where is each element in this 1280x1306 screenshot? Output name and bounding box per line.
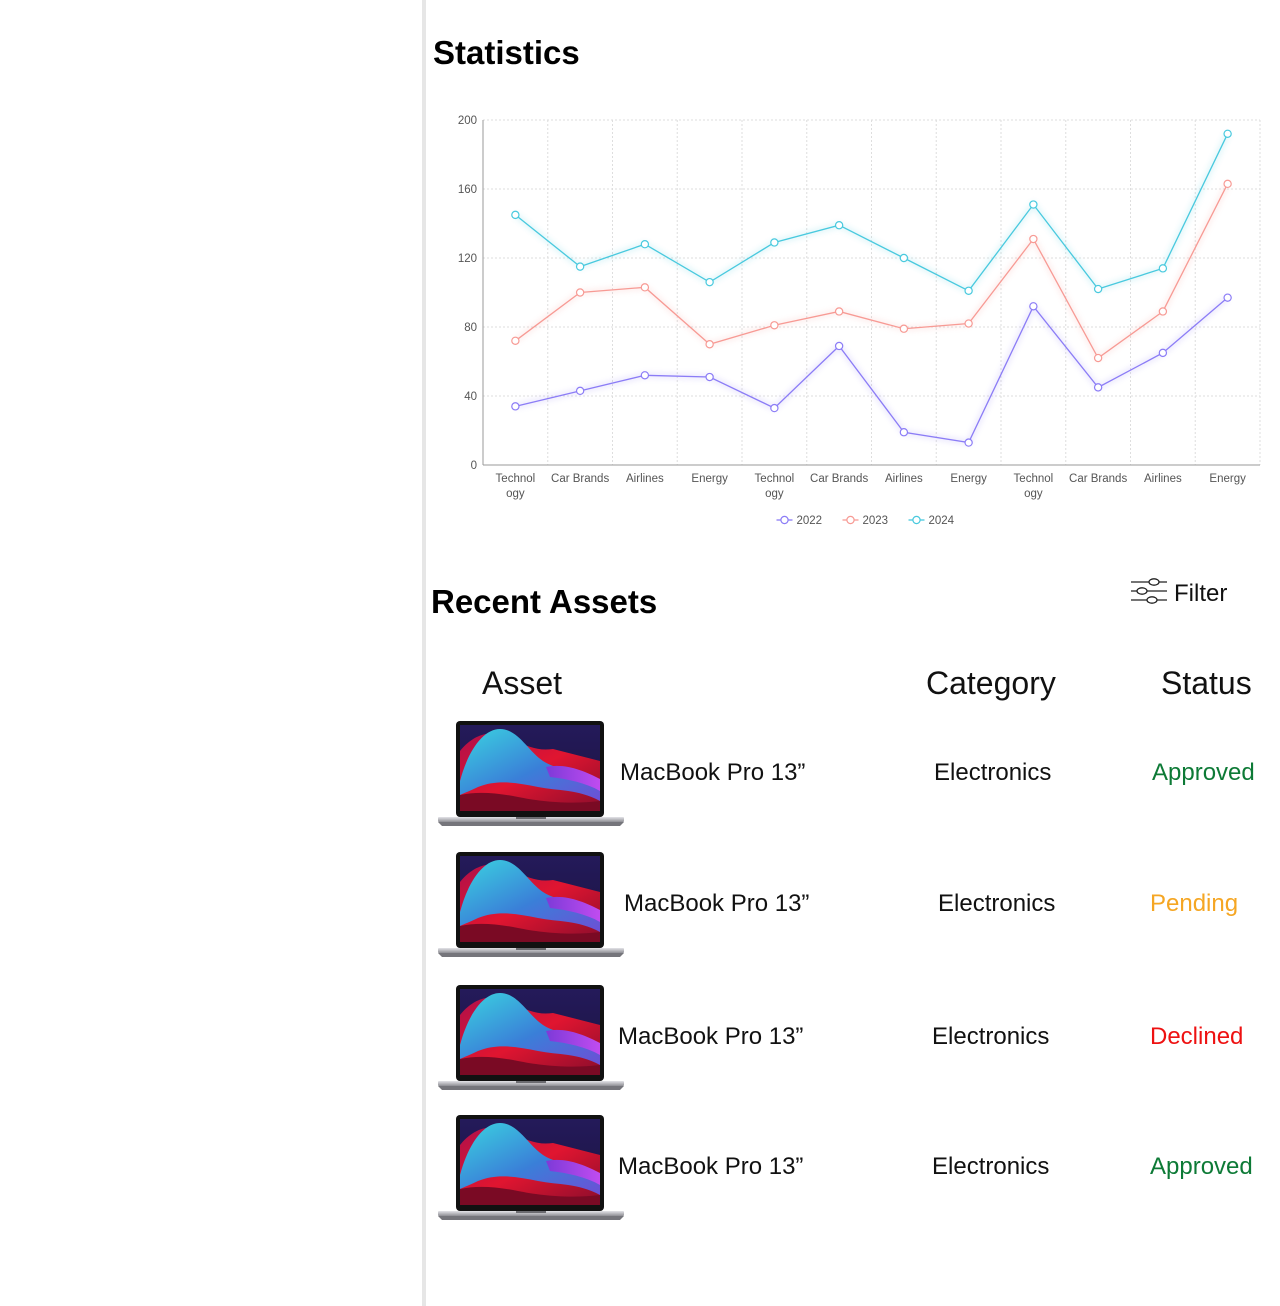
statistics-line-chart: 0 40 80 120 160 200 Technol ogy Car Brands Airlin… bbox=[458, 115, 1261, 527]
data-point-2024 bbox=[1223, 129, 1232, 139]
macbook-thumbnail bbox=[438, 1115, 624, 1221]
data-point-2023 bbox=[705, 340, 714, 349]
x-tick-label: Airlines bbox=[626, 473, 664, 485]
x-tick-label: Car Brands bbox=[1069, 473, 1127, 485]
filter-sliders-icon bbox=[1130, 576, 1168, 613]
legend-swatch-marker bbox=[780, 515, 789, 525]
data-point-2022 bbox=[1158, 348, 1168, 358]
data-point-2023 bbox=[511, 336, 520, 345]
asset-row[interactable]: MacBook Pro 13” Electronics Approved bbox=[438, 721, 1268, 831]
data-point-2024 bbox=[511, 210, 520, 220]
column-header-asset[interactable]: Asset bbox=[482, 665, 562, 702]
data-point-2022 bbox=[1029, 302, 1038, 311]
legend-label: 2024 bbox=[929, 515, 955, 527]
x-tick-label: Car Brands bbox=[551, 473, 609, 485]
data-point-2022 bbox=[834, 341, 844, 351]
x-tick-label: Technol ogy bbox=[755, 473, 795, 500]
data-point-2023 bbox=[834, 307, 844, 316]
y-tick-label: 200 bbox=[458, 115, 477, 127]
data-point-2024 bbox=[1093, 284, 1103, 294]
data-point-2023 bbox=[1093, 353, 1103, 363]
column-header-status[interactable]: Status bbox=[1161, 665, 1252, 702]
recent-assets-title: Recent Assets bbox=[431, 583, 658, 620]
data-point-2024 bbox=[640, 239, 650, 249]
asset-row[interactable]: MacBook Pro 13” Electronics Declined bbox=[438, 985, 1268, 1095]
y-tick-label: 0 bbox=[471, 460, 477, 472]
main-content: Statistics 0 40 80 120 160 200 Technol ogy Car B… bbox=[426, 0, 1280, 1306]
data-point-2024 bbox=[899, 253, 909, 263]
data-point-2023 bbox=[964, 319, 973, 328]
legend-label: 2023 bbox=[863, 515, 889, 527]
data-point-2022 bbox=[964, 438, 973, 447]
y-tick-label: 80 bbox=[464, 322, 477, 334]
asset-row[interactable]: MacBook Pro 13” Electronics Pending bbox=[438, 852, 1268, 962]
x-tick-label: Airlines bbox=[1144, 473, 1182, 485]
data-point-2022 bbox=[899, 428, 909, 437]
x-tick-label: Technol ogy bbox=[496, 473, 536, 500]
data-point-2023 bbox=[1029, 234, 1038, 244]
data-point-2023 bbox=[1158, 307, 1168, 316]
asset-status: Declined bbox=[1150, 1023, 1244, 1050]
asset-row[interactable]: MacBook Pro 13” Electronics Approved bbox=[438, 1115, 1268, 1225]
data-point-2024 bbox=[1158, 264, 1168, 273]
data-point-2022 bbox=[1093, 383, 1103, 392]
sidebar bbox=[0, 0, 426, 1306]
filter-button[interactable]: Filter bbox=[1130, 576, 1227, 612]
asset-status: Approved bbox=[1152, 759, 1255, 786]
data-point-2023 bbox=[770, 321, 779, 330]
x-tick-label: Technol ogy bbox=[1014, 473, 1054, 500]
data-point-2023 bbox=[575, 288, 585, 297]
data-point-2023 bbox=[1223, 179, 1232, 189]
data-point-2024 bbox=[834, 221, 844, 230]
x-tick-label: Energy bbox=[1209, 473, 1246, 485]
asset-status: Approved bbox=[1150, 1153, 1253, 1180]
asset-status: Pending bbox=[1150, 890, 1239, 917]
y-tick-label: 40 bbox=[464, 391, 477, 403]
data-point-2023 bbox=[899, 324, 909, 333]
data-point-2022 bbox=[770, 403, 779, 413]
data-point-2023 bbox=[640, 283, 650, 292]
data-point-2024 bbox=[770, 238, 779, 247]
y-tick-label: 160 bbox=[458, 184, 477, 196]
asset-name: MacBook Pro 13” bbox=[618, 1153, 804, 1180]
asset-category: Electronics bbox=[932, 1153, 1050, 1180]
x-tick-label: Airlines bbox=[885, 473, 923, 485]
asset-category: Electronics bbox=[934, 759, 1052, 786]
asset-name: MacBook Pro 13” bbox=[620, 759, 806, 786]
data-point-2022 bbox=[705, 372, 714, 382]
macbook-thumbnail bbox=[438, 721, 624, 827]
column-header-category[interactable]: Category bbox=[926, 665, 1056, 702]
chart-legend: 2022 2023 2024 bbox=[776, 515, 955, 527]
asset-category: Electronics bbox=[932, 1023, 1050, 1050]
y-tick-label: 120 bbox=[458, 253, 477, 265]
data-point-2022 bbox=[511, 402, 520, 411]
legend-label: 2022 bbox=[797, 515, 823, 527]
statistics-title: Statistics bbox=[433, 34, 580, 71]
data-point-2024 bbox=[575, 262, 585, 271]
data-point-2022 bbox=[575, 386, 585, 396]
macbook-thumbnail bbox=[438, 852, 624, 958]
data-point-2022 bbox=[640, 371, 650, 380]
asset-category: Electronics bbox=[938, 890, 1056, 917]
data-point-2022 bbox=[1223, 293, 1232, 302]
x-tick-label: Energy bbox=[950, 473, 987, 485]
data-point-2024 bbox=[964, 286, 973, 295]
x-tick-label: Car Brands bbox=[810, 473, 868, 485]
asset-name: MacBook Pro 13” bbox=[618, 1023, 804, 1050]
macbook-thumbnail bbox=[438, 985, 624, 1091]
legend-swatch-marker bbox=[912, 515, 921, 525]
filter-label: Filter bbox=[1174, 580, 1228, 607]
data-point-2024 bbox=[705, 277, 714, 287]
x-tick-label: Energy bbox=[691, 473, 728, 485]
legend-swatch-marker bbox=[846, 515, 855, 525]
data-point-2024 bbox=[1029, 200, 1038, 209]
asset-name: MacBook Pro 13” bbox=[624, 890, 810, 917]
